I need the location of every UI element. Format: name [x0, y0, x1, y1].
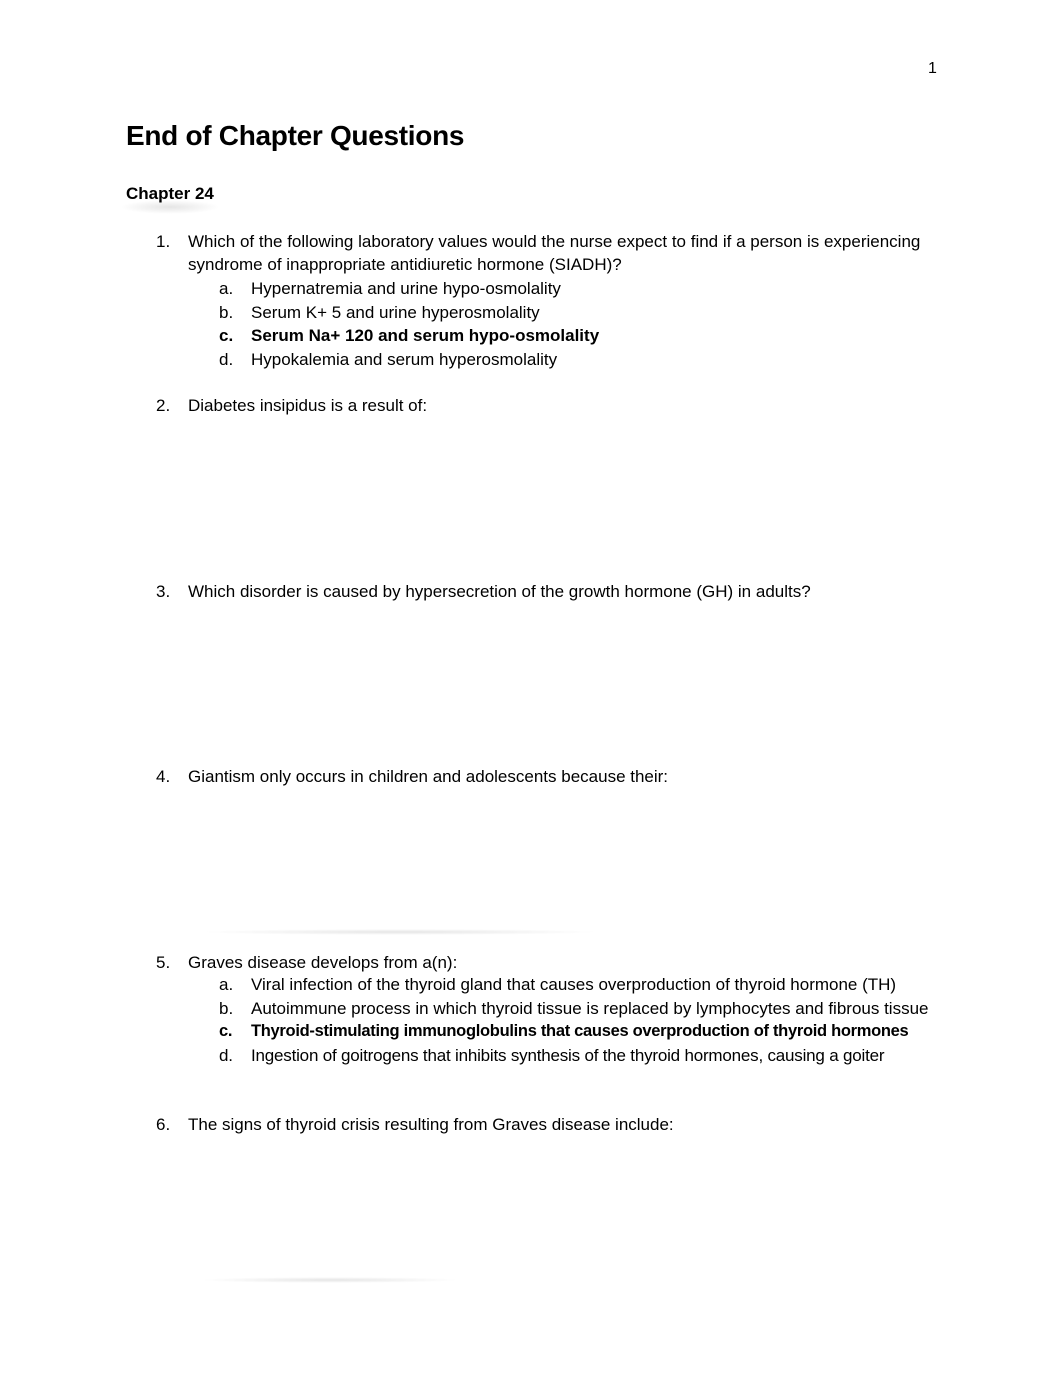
option-a: a. Viral infection of the thyroid gland t…	[219, 975, 897, 994]
question-4: 4. Giantism only occurs in children and …	[156, 765, 946, 788]
question-text: Graves disease develops from a(n):	[188, 953, 458, 972]
question-5: 5. Graves disease develops from a(n):	[156, 951, 946, 974]
question-text: Which disorder is caused by hypersecreti…	[188, 582, 811, 601]
option-a: a. Hypernatremia and urine hypo-osmolalit…	[219, 279, 561, 298]
question-2: 2. Diabetes insipidus is a result of:	[156, 394, 946, 417]
option-c-correct: c. Thyroid-stimulating immunoglobulins th…	[219, 1022, 909, 1040]
question-text: Giantism only occurs in children and ado…	[188, 767, 669, 786]
question-5-options: a. Viral infection of the thyroid gland t…	[219, 973, 949, 1067]
page-number: 1	[928, 60, 937, 77]
shadow-line	[200, 1277, 460, 1283]
option-b: b. Serum K+ 5 and urine hyperosmolality	[219, 302, 540, 322]
option-d: d. Hypokalemia and serum hyperosmolality	[219, 349, 558, 369]
question-number: 6.	[156, 1115, 171, 1134]
question-number: 3.	[156, 582, 171, 601]
question-text: Which of the following laboratory values…	[188, 232, 921, 274]
shadow-line	[200, 929, 600, 935]
question-text: The signs of thyroid crisis resulting fr…	[188, 1115, 674, 1134]
question-number: 5.	[156, 953, 171, 972]
document-title: End of Chapter Questions	[126, 120, 465, 151]
option-b: b. Autoimmune process in which thyroid ti…	[219, 998, 929, 1018]
question-number: 4.	[156, 767, 171, 786]
question-1-options: a. Hypernatremia and urine hypo-osmolalit…	[219, 277, 949, 371]
question-number: 1.	[156, 232, 171, 251]
question-number: 2.	[156, 396, 171, 415]
chapter-shadow	[120, 200, 220, 214]
question-text: Diabetes insipidus is a result of:	[188, 396, 428, 415]
option-c-correct: c. Serum Na+ 120 and serum hypo-osmolalit…	[219, 326, 600, 345]
question-1: 1. Which of the following laboratory val…	[156, 230, 946, 276]
option-d: d. Ingestion of goitrogens that inhibits …	[219, 1045, 885, 1065]
question-6: 6. The signs of thyroid crisis resulting…	[156, 1113, 946, 1136]
question-3: 3. Which disorder is caused by hypersecr…	[156, 580, 946, 603]
